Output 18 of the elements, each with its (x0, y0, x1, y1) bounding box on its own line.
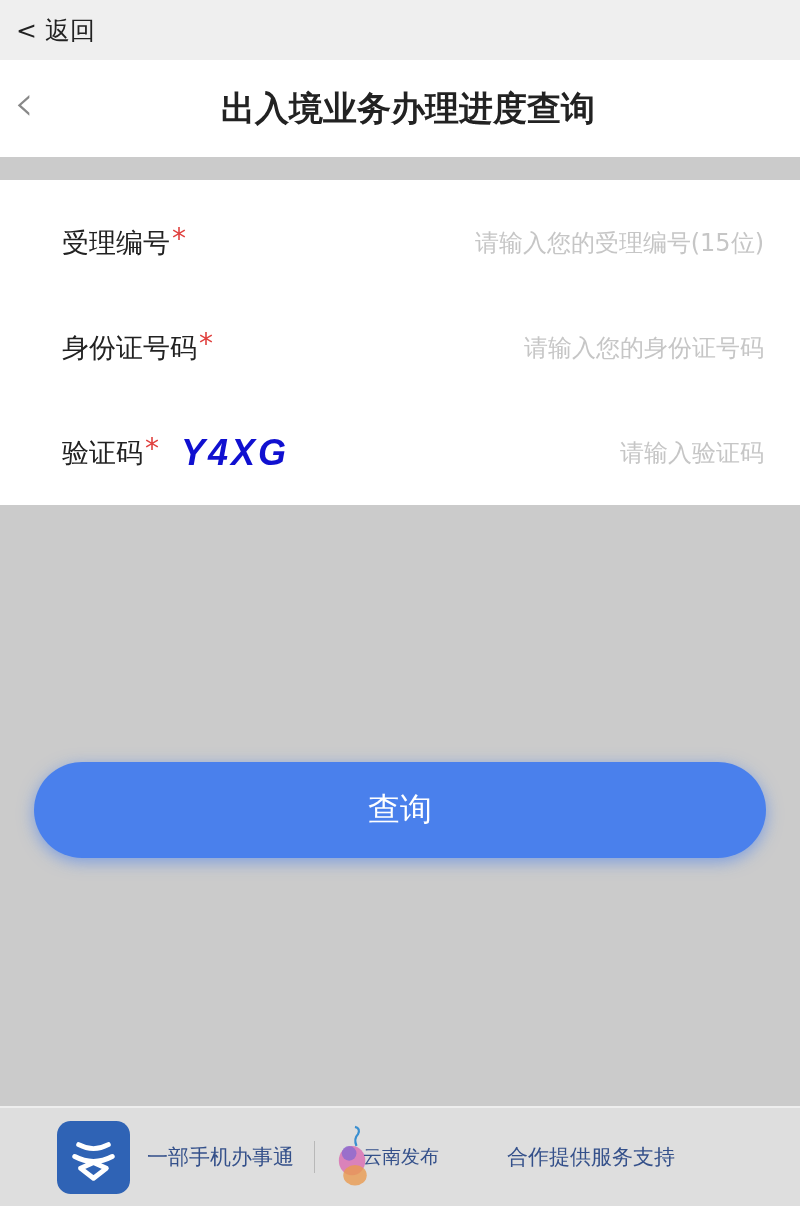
input-field[interactable]: 请输入您的身份证号码 (213, 333, 764, 362)
partner-name: 云南发布 (363, 1144, 439, 1169)
input-field[interactable]: 请输入您的受理编号(15位) (186, 228, 764, 257)
captcha-code[interactable]: Y4XG (181, 431, 290, 474)
required-mark: * (145, 434, 159, 463)
input-field[interactable]: 请输入验证码 (289, 438, 764, 467)
page-title: 出入境业务办理进度查询 (220, 86, 595, 130)
field-label: 身份证号码 (62, 330, 197, 365)
app-icon (57, 1120, 130, 1194)
back-icon[interactable]: ‹ (14, 78, 34, 128)
query-button[interactable]: 查询 (34, 762, 766, 858)
required-mark: * (199, 329, 213, 358)
back-link[interactable]: < 返回 (16, 13, 95, 47)
field-label: 验证码 (62, 435, 143, 470)
app-name: 一部手机办事通 (147, 1144, 294, 1171)
required-mark: * (172, 224, 186, 253)
field-label: 受理编号 (62, 225, 170, 260)
support-text: 合作提供服务支持 (507, 1144, 675, 1171)
